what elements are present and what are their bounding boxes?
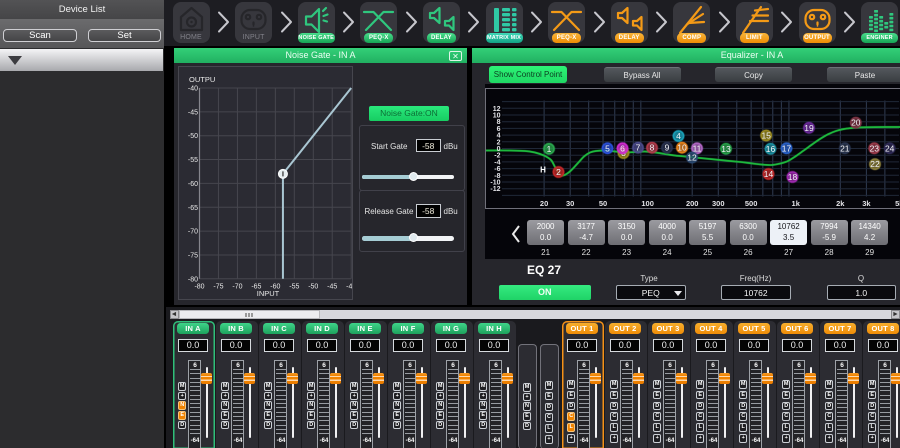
svg-text:-55: -55	[289, 284, 299, 291]
svg-text:-55: -55	[188, 157, 198, 164]
svg-text:-50: -50	[308, 284, 318, 291]
svg-text:-75: -75	[213, 284, 223, 291]
svg-text:-65: -65	[188, 205, 198, 212]
svg-text:-75: -75	[188, 252, 198, 259]
svg-text:-50: -50	[188, 133, 198, 140]
svg-text:-40: -40	[188, 86, 198, 93]
svg-text:-40: -40	[346, 284, 352, 291]
svg-text:INPUT: INPUT	[257, 289, 280, 298]
svg-text:-80: -80	[194, 284, 204, 291]
svg-text:-45: -45	[327, 284, 337, 291]
svg-text:-70: -70	[232, 284, 242, 291]
svg-text:-45: -45	[188, 109, 198, 116]
svg-text:-60: -60	[188, 181, 198, 188]
svg-text:OUTPU: OUTPU	[189, 75, 215, 84]
svg-text:-80: -80	[188, 276, 198, 283]
svg-text:-70: -70	[188, 229, 198, 236]
